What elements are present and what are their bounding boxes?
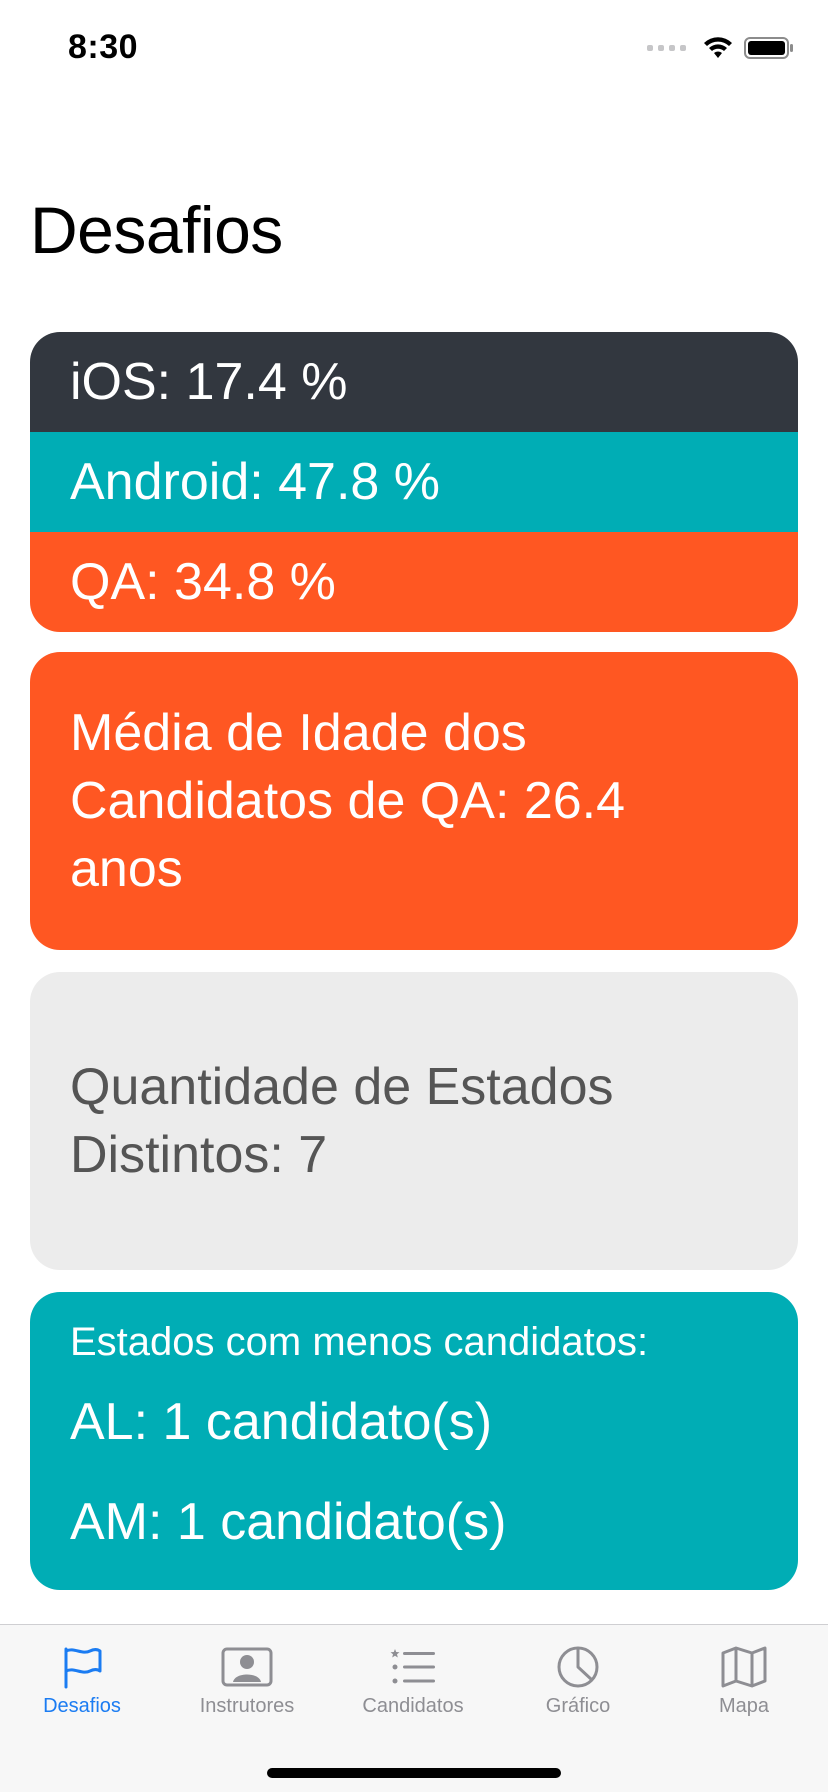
distinct-states-text: Quantidade de Estados Distintos: 7	[70, 1058, 614, 1184]
qa-average-age-card: Média de Idade dos Candidatos de QA: 26.…	[30, 652, 798, 950]
flag-icon	[64, 1647, 102, 1689]
tab-label: Desafios	[43, 1695, 121, 1717]
list-icon	[390, 1649, 435, 1684]
state-item: AM: 1 candidato(s)	[70, 1493, 507, 1551]
fewest-candidates-title: Estados com menos candidatos:	[70, 1320, 649, 1364]
tab-instrutores[interactable]: Instrutores	[172, 1645, 322, 1718]
qa-percentage: QA: 34.8 %	[30, 532, 798, 632]
qa-average-age-text: Média de Idade dos Candidatos de QA: 26.…	[70, 704, 626, 898]
tab-label: Mapa	[718, 1695, 770, 1717]
pie-chart-icon	[557, 1646, 599, 1688]
challenge-split-card: iOS: 17.4 % Android: 47.8 % QA: 34.8 %	[30, 332, 798, 632]
tab-label: Candidatos	[362, 1695, 464, 1717]
map-icon	[721, 1646, 767, 1688]
tab-label: Instrutores	[199, 1695, 295, 1717]
tab-candidatos[interactable]: Candidatos	[338, 1645, 488, 1718]
tab-label: Gráfico	[545, 1695, 611, 1717]
status-bar: 8:30	[0, 0, 828, 100]
fewest-candidates-card: Estados com menos candidatos: AL: 1 cand…	[30, 1292, 798, 1590]
battery-icon	[744, 37, 793, 59]
android-percentage: Android: 47.8 %	[30, 432, 798, 532]
cellular-signal-icon	[647, 45, 686, 51]
distinct-states-card: Quantidade de Estados Distintos: 7	[30, 972, 798, 1270]
ios-percentage: iOS: 17.4 %	[30, 332, 798, 432]
tab-desafios[interactable]: Desafios	[7, 1645, 157, 1718]
wifi-icon	[704, 37, 732, 58]
state-item: AL: 1 candidato(s)	[70, 1393, 493, 1451]
contact-card-icon	[221, 1647, 273, 1687]
tab-mapa[interactable]: Mapa	[669, 1645, 819, 1718]
tab-bar: Desafios Instrutores Candidatos Gráfico	[0, 1624, 828, 1792]
status-time: 8:30	[68, 28, 139, 66]
tab-grafico[interactable]: Gráfico	[503, 1645, 653, 1718]
page-title: Desafios	[30, 193, 283, 267]
home-indicator[interactable]	[267, 1768, 561, 1778]
status-icons	[647, 36, 794, 60]
